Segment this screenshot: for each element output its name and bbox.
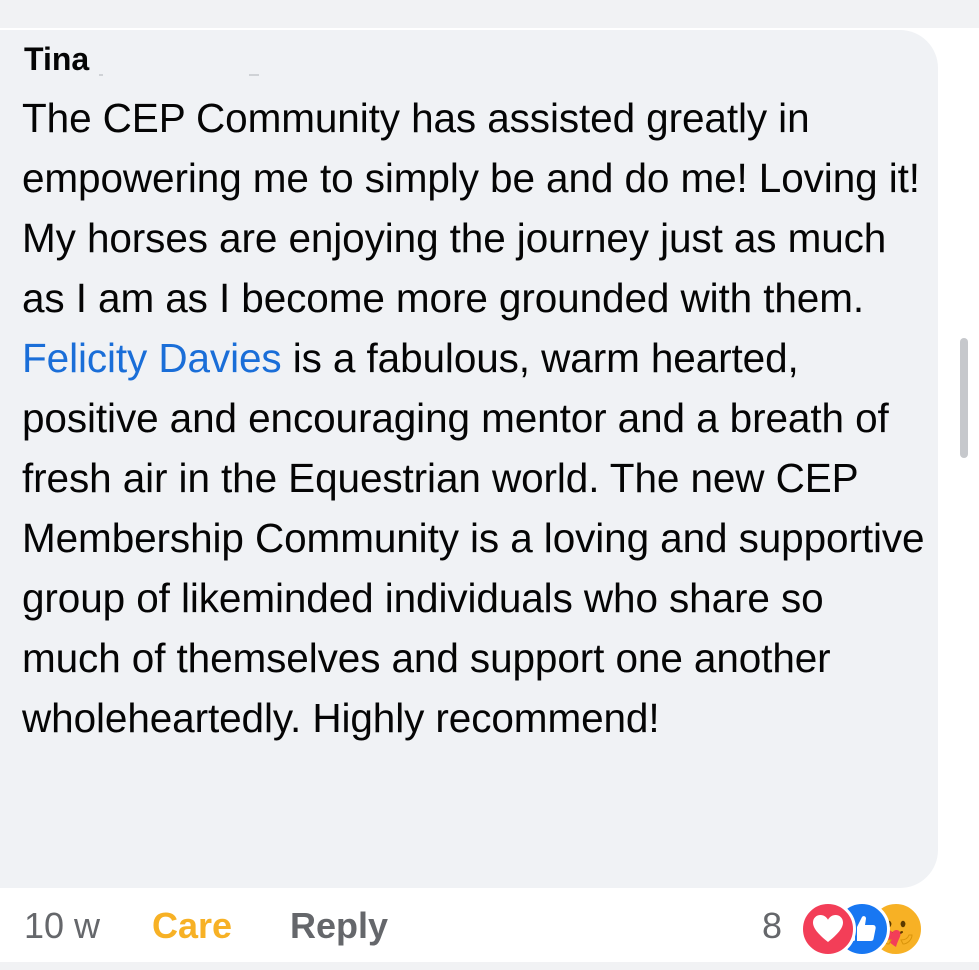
comment-text-part-1: The CEP Community has assisted greatly i… <box>22 95 920 321</box>
reaction-count[interactable]: 8 <box>762 904 782 948</box>
reaction-summary[interactable] <box>800 901 950 957</box>
love-icon <box>800 901 856 957</box>
care-button[interactable]: Care <box>152 904 232 948</box>
top-divider <box>0 0 979 28</box>
comment-view: Tina The CEP Community has assisted grea… <box>0 0 979 970</box>
bottom-divider <box>0 962 979 970</box>
comment-timestamp[interactable]: 10 w <box>24 904 100 948</box>
scrollbar-thumb[interactable] <box>960 338 968 458</box>
comment-body: The CEP Community has assisted greatly i… <box>22 88 927 748</box>
author-surname-redacted <box>99 74 260 76</box>
mention-link[interactable]: Felicity Davies <box>22 335 282 381</box>
reply-button[interactable]: Reply <box>290 904 388 948</box>
author-name[interactable]: Tina <box>24 41 89 77</box>
comment-author[interactable]: Tina <box>24 38 260 80</box>
comment-text-part-2: is a fabulous, warm hearted, positive an… <box>22 335 925 741</box>
